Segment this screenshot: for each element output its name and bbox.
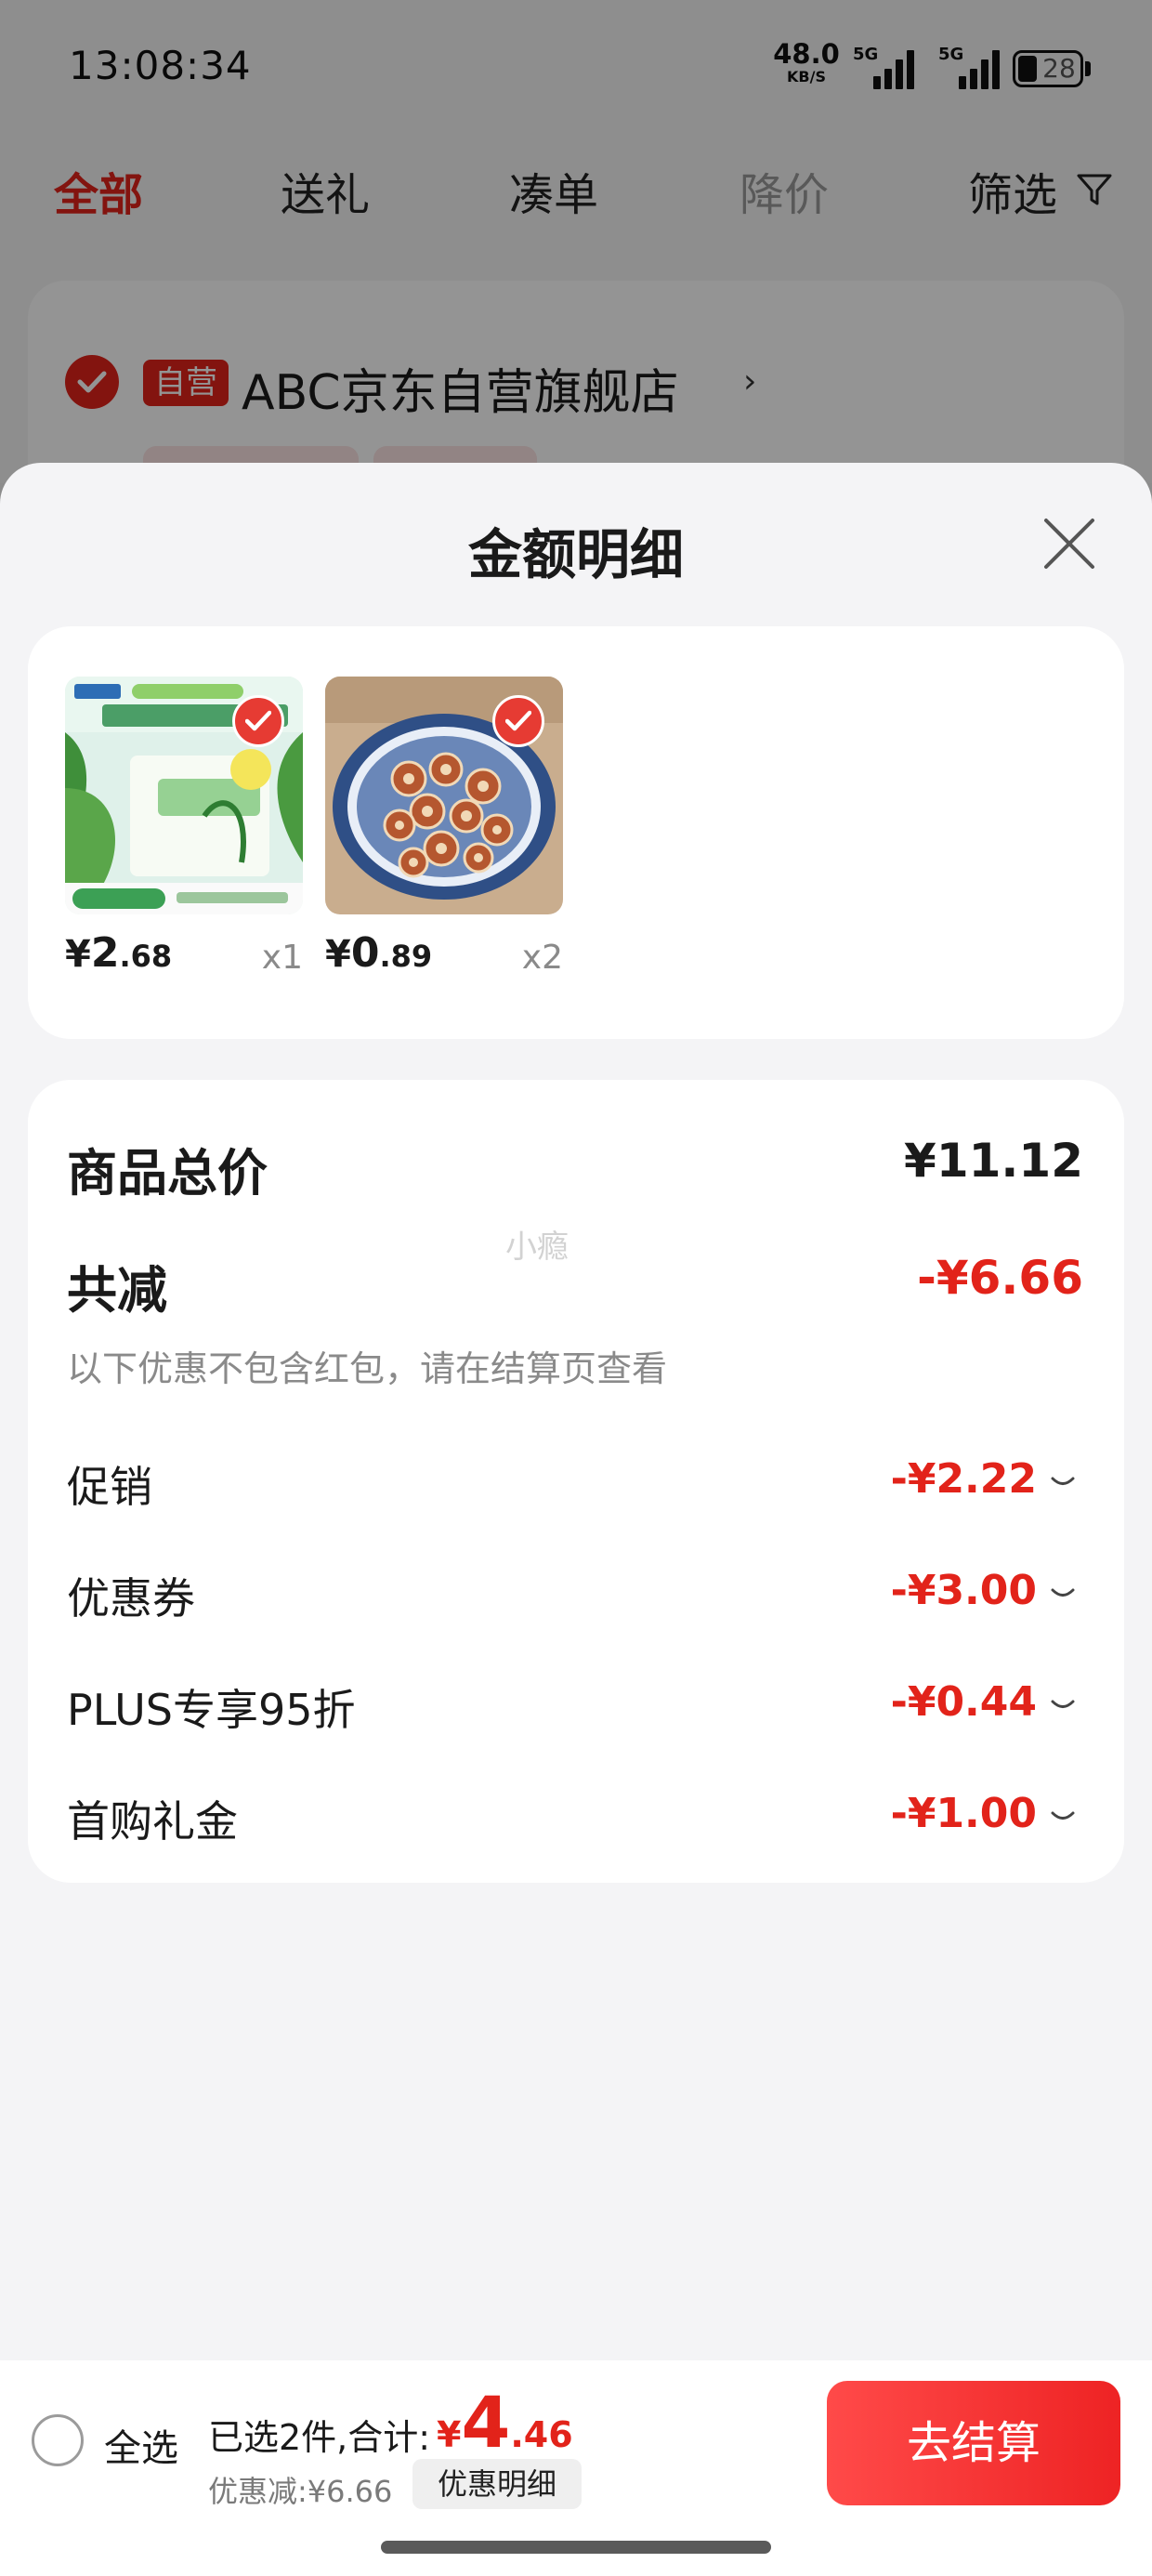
total-price-value: ¥11.12 (904, 1134, 1083, 1188)
discount-label: 首购礼金 (67, 1796, 238, 1847)
total-price-label: 商品总价 (67, 1144, 268, 1203)
discount-summary-text: 优惠减:¥6.66 (208, 2474, 393, 2509)
home-indicator[interactable] (381, 2541, 771, 2554)
discount-value: -¥1.00 (890, 1790, 1037, 1837)
price-summary-card: 商品总价 ¥11.12 小瘾 共减 -¥6.66 以下优惠不包含红包，请在结算页… (28, 1080, 1124, 1883)
sheet-title: 金额明细 (467, 523, 684, 586)
chevron-down-icon[interactable] (1050, 1697, 1076, 1715)
checkout-button[interactable]: 去结算 (827, 2381, 1120, 2505)
discount-value: -¥0.44 (890, 1678, 1037, 1726)
cart-total-price: ¥4.46 (437, 2381, 573, 2464)
watermark: 小瘾 (505, 1229, 569, 1266)
select-all-checkbox[interactable] (32, 2414, 84, 2466)
discount-label: 优惠券 (67, 1573, 195, 1623)
chevron-down-icon[interactable] (1050, 1474, 1076, 1492)
chevron-down-icon[interactable] (1050, 1585, 1076, 1604)
selected-count-text: 已选2件,合计: (208, 2417, 431, 2458)
product-quantity: x1 (261, 939, 303, 977)
check-icon[interactable] (492, 695, 544, 747)
chevron-down-icon[interactable] (1050, 1808, 1076, 1827)
amount-detail-sheet: 金额明细 ¥2.68 x1 ¥0.89 x2 商品总价 ¥11.12 小瘾 共减… (0, 463, 1152, 2576)
discount-value: -¥3.00 (890, 1567, 1037, 1614)
checkout-bar: 全选 已选2件,合计: ¥4.46 优惠减:¥6.66 优惠明细 去结算 (0, 2360, 1152, 2576)
select-all-label[interactable]: 全选 (104, 2418, 178, 2472)
discount-value: -¥2.22 (890, 1455, 1037, 1503)
product-price: ¥0.89 (325, 929, 433, 977)
product-quantity: x2 (521, 939, 563, 977)
discount-label: 促销 (67, 1462, 152, 1512)
reduction-note: 以下优惠不包含红包，请在结算页查看 (67, 1348, 668, 1389)
discount-label: PLUS专享95折 (67, 1685, 356, 1735)
check-icon[interactable] (232, 695, 284, 747)
total-reduction-value: -¥6.66 (917, 1251, 1083, 1305)
total-reduction-label: 共减 (67, 1261, 167, 1320)
discount-detail-button[interactable]: 优惠明细 (412, 2459, 582, 2509)
selected-products-card: ¥2.68 x1 ¥0.89 x2 (28, 626, 1124, 1039)
close-icon[interactable] (1039, 513, 1100, 574)
product-price: ¥2.68 (65, 929, 173, 977)
